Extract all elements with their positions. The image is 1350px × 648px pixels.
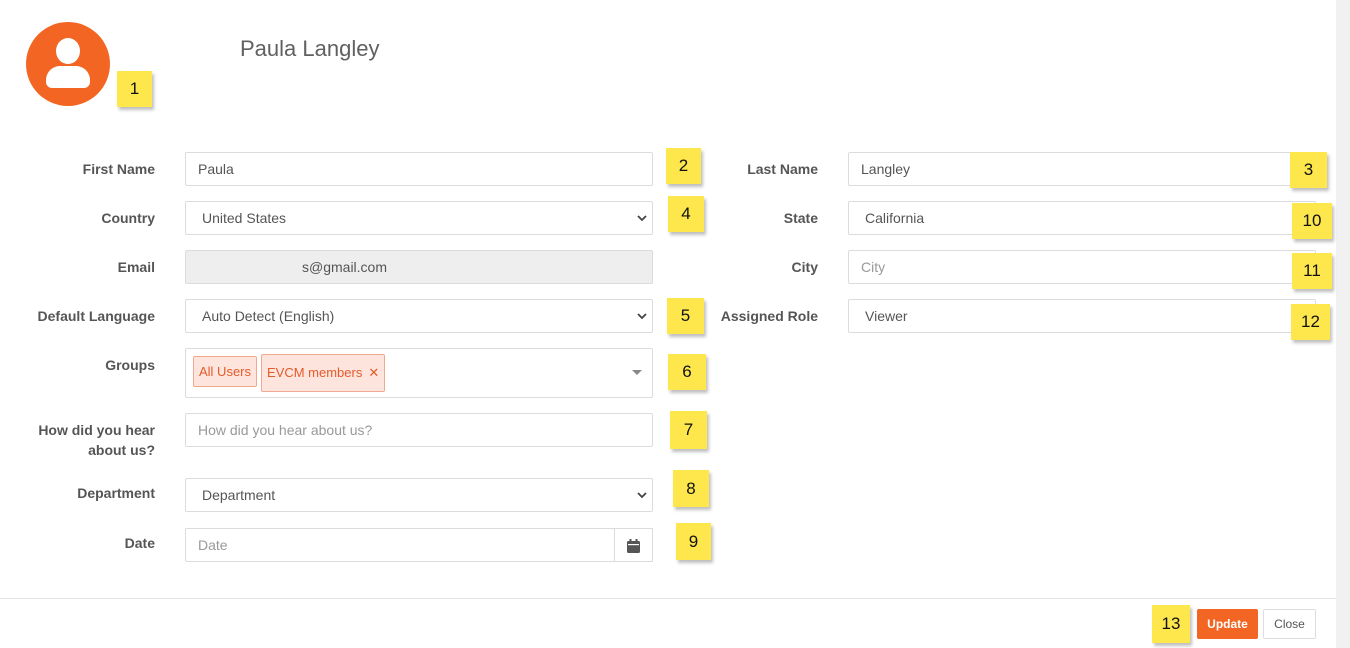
- badge-4: 4: [668, 196, 704, 232]
- department-value: Department: [202, 487, 276, 503]
- city-placeholder: City: [861, 259, 886, 275]
- hear-about-label-line1: How did you hear: [38, 422, 155, 438]
- email-label: Email: [117, 259, 155, 275]
- state-input[interactable]: California: [848, 201, 1316, 235]
- badge-10: 10: [1292, 203, 1332, 239]
- hear-about-label-line2: about us?: [88, 442, 155, 458]
- update-button[interactable]: Update: [1197, 609, 1258, 639]
- calendar-icon: [627, 539, 640, 553]
- email-value: ѕ@gmail.com: [302, 259, 388, 275]
- last-name-value: Langley: [861, 161, 911, 177]
- user-avatar-icon: [26, 22, 110, 106]
- badge-12: 12: [1291, 304, 1330, 340]
- assigned-role-value: Viewer: [865, 308, 908, 324]
- city-label: City: [791, 259, 818, 275]
- badge-11: 11: [1292, 253, 1332, 289]
- badge-6: 6: [668, 354, 706, 390]
- hear-about-label: How did you hear about us?: [38, 420, 155, 460]
- department-select[interactable]: Department: [185, 478, 653, 512]
- caret-down-icon[interactable]: [632, 370, 642, 375]
- assigned-role-label: Assigned Role: [720, 308, 818, 324]
- group-tag-all-users: All Users: [193, 356, 258, 387]
- country-select[interactable]: United States: [185, 201, 653, 235]
- first-name-label: First Name: [82, 161, 155, 177]
- default-language-label: Default Language: [37, 308, 155, 324]
- close-button[interactable]: Close: [1263, 609, 1316, 639]
- default-language-select[interactable]: Auto Detect (English): [185, 299, 653, 333]
- first-name-input[interactable]: Paula: [185, 152, 653, 186]
- hear-about-input[interactable]: How did you hear about us?: [185, 413, 653, 447]
- first-name-value: Paula: [198, 161, 234, 177]
- footer-divider: [0, 598, 1336, 599]
- last-name-input[interactable]: Langley: [848, 152, 1316, 186]
- close-icon[interactable]: ✕: [368, 365, 379, 380]
- group-tag-label: EVCM members: [267, 365, 363, 380]
- badge-5: 5: [667, 298, 704, 334]
- email-input[interactable]: ѕ@gmail.com: [185, 250, 653, 284]
- city-input[interactable]: City: [848, 250, 1316, 284]
- badge-3: 3: [1290, 152, 1327, 188]
- badge-2: 2: [666, 148, 701, 184]
- scrollbar[interactable]: [1336, 0, 1350, 648]
- badge-13: 13: [1152, 605, 1190, 643]
- state-value: California: [865, 210, 925, 226]
- badge-1: 1: [117, 71, 152, 107]
- assigned-role-input[interactable]: Viewer: [848, 299, 1316, 333]
- country-label: Country: [101, 210, 155, 226]
- last-name-label: Last Name: [747, 161, 818, 177]
- state-label: State: [783, 210, 818, 226]
- badge-7: 7: [670, 411, 707, 449]
- groups-multiselect[interactable]: All Users EVCM members ✕: [185, 348, 653, 398]
- user-name-heading: Paula Langley: [240, 36, 380, 61]
- date-label: Date: [124, 535, 155, 551]
- group-tag-evcm-members: EVCM members ✕: [261, 354, 386, 392]
- hear-about-placeholder: How did you hear about us?: [198, 422, 373, 438]
- chevron-down-icon: [636, 310, 648, 322]
- date-input[interactable]: Date: [185, 528, 615, 562]
- country-value: United States: [202, 210, 287, 226]
- chevron-down-icon: [636, 212, 648, 224]
- department-label: Department: [77, 485, 155, 501]
- badge-8: 8: [673, 470, 709, 507]
- date-placeholder: Date: [198, 537, 228, 553]
- default-language-value: Auto Detect (English): [202, 308, 335, 324]
- groups-label: Groups: [105, 357, 155, 373]
- chevron-down-icon: [636, 489, 648, 501]
- badge-9: 9: [676, 523, 711, 560]
- date-picker-button[interactable]: [614, 528, 653, 562]
